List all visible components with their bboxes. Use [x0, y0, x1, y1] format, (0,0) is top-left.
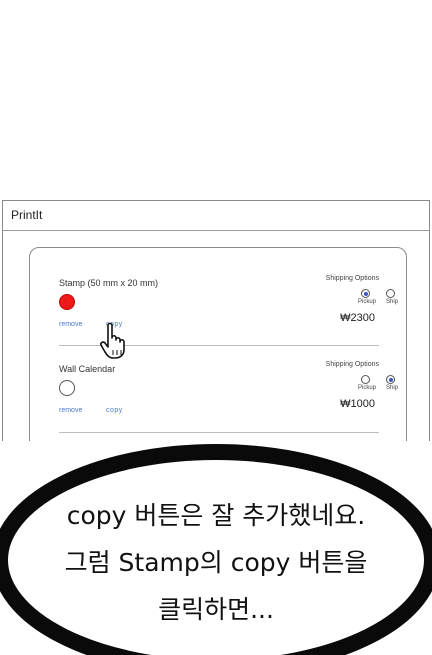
remove-link[interactable]: remove: [59, 407, 82, 414]
bubble-line: 클릭하면...: [158, 595, 274, 624]
color-swatch[interactable]: [59, 380, 75, 396]
remove-link[interactable]: remove: [59, 321, 82, 328]
ship-radio[interactable]: [386, 289, 395, 298]
hand-pointer-icon: [100, 322, 125, 359]
item-price: ₩1000: [340, 398, 375, 410]
color-swatch[interactable]: [59, 294, 75, 310]
ship-radio[interactable]: [386, 375, 395, 384]
shipping-options-label: Shipping Options: [325, 361, 379, 368]
printit-app-window: PrintIt Stamp (50 mm x 20 mm) remove cop…: [2, 200, 430, 441]
shipping-options-label: Shipping Options: [325, 275, 379, 282]
item-price: ₩2300: [340, 312, 375, 324]
bubble-line: 그럼 Stamp의 copy 버튼을: [64, 548, 368, 577]
bubble-line: copy 버튼은 잘 추가했네요.: [66, 501, 366, 530]
item-name: Wall Calendar: [59, 364, 116, 374]
cart-card: Stamp (50 mm x 20 mm) remove copy Shippi…: [29, 247, 407, 441]
pickup-radio[interactable]: [361, 375, 370, 384]
pickup-radio[interactable]: [361, 289, 370, 298]
speech-bubble-text: copy 버튼은 잘 추가했네요. 그럼 Stamp의 copy 버튼을 클릭하…: [0, 492, 432, 633]
cart-item-stamp: Stamp (50 mm x 20 mm) remove copy Shippi…: [30, 270, 406, 356]
copy-link[interactable]: copy: [106, 407, 123, 414]
app-title: PrintIt: [3, 201, 429, 231]
item-name: Stamp (50 mm x 20 mm): [59, 278, 159, 288]
pickup-radio-label: Pickup: [357, 299, 376, 305]
ship-radio-label: Ship: [385, 299, 398, 305]
ship-radio-label: Ship: [385, 385, 398, 391]
pickup-radio-label: Pickup: [357, 385, 376, 391]
